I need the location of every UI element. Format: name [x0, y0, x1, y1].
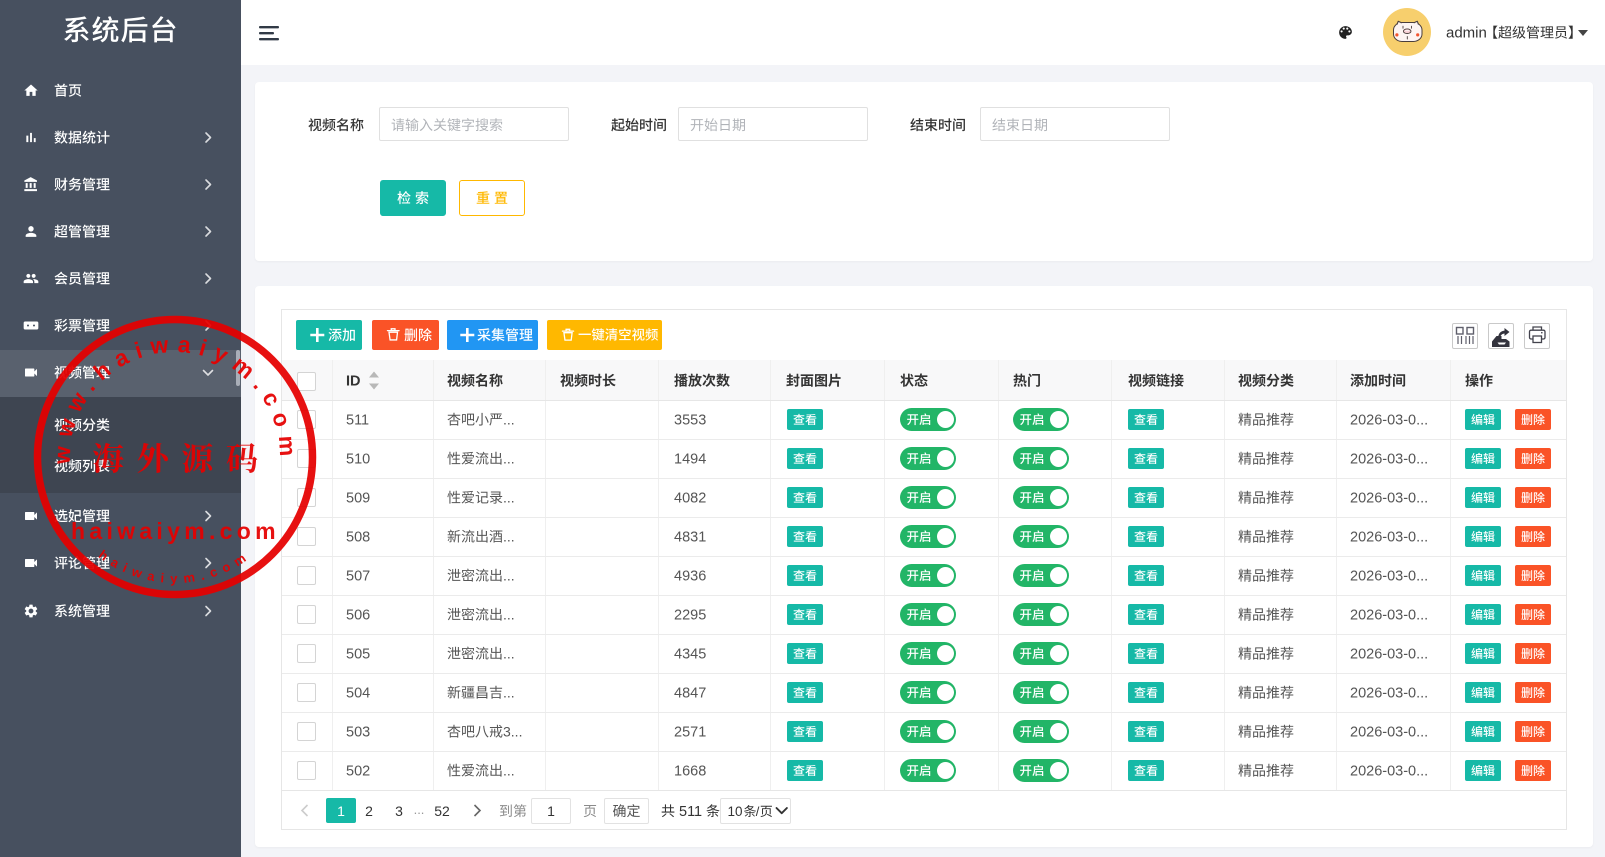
svg-text:3...: 3... [503, 724, 522, 740]
svg-text:1: 1 [547, 803, 555, 819]
svg-text:...: ... [503, 412, 515, 428]
svg-text:ID: ID [346, 374, 361, 390]
svg-text:506: 506 [346, 608, 370, 624]
svg-text:4831: 4831 [674, 530, 706, 546]
svg-text:...: ... [503, 646, 515, 662]
svg-text:503: 503 [346, 725, 370, 741]
svg-text:3: 3 [395, 803, 403, 819]
svg-text:haiwaiym.com: haiwaiym.com [71, 518, 280, 544]
svg-text:2: 2 [365, 803, 373, 819]
svg-text:...: ... [503, 607, 515, 623]
svg-text:507: 507 [346, 569, 370, 585]
svg-text:2026-03-0...: 2026-03-0... [1350, 413, 1428, 429]
svg-text:/: / [756, 804, 760, 819]
svg-text:2026-03-0...: 2026-03-0... [1350, 452, 1428, 468]
svg-text:1494: 1494 [674, 452, 706, 468]
svg-text:511: 511 [346, 413, 369, 429]
svg-text:2026-03-0...: 2026-03-0... [1350, 530, 1428, 546]
svg-text:10: 10 [728, 804, 743, 819]
svg-text:4082: 4082 [674, 491, 706, 507]
svg-text:4936: 4936 [674, 569, 706, 585]
svg-text:...: ... [503, 568, 515, 584]
svg-text:2295: 2295 [674, 608, 706, 624]
svg-text:4345: 4345 [674, 647, 706, 663]
svg-text:...: ... [414, 802, 425, 817]
svg-text:2026-03-0...: 2026-03-0... [1350, 725, 1428, 741]
svg-text:2571: 2571 [674, 725, 706, 741]
svg-text:1668: 1668 [674, 764, 706, 780]
svg-text:...: ... [503, 490, 515, 506]
svg-text:1: 1 [337, 803, 345, 819]
svg-text:509: 509 [346, 491, 370, 507]
svg-text:...: ... [503, 451, 515, 467]
svg-text:3553: 3553 [674, 413, 706, 429]
svg-text:52: 52 [434, 803, 450, 819]
svg-text:2026-03-0...: 2026-03-0... [1350, 647, 1428, 663]
svg-text:2026-03-0...: 2026-03-0... [1350, 608, 1428, 624]
svg-text:505: 505 [346, 647, 370, 663]
svg-text:2026-03-0...: 2026-03-0... [1350, 764, 1428, 780]
svg-text:...: ... [503, 763, 515, 779]
svg-text:2026-03-0...: 2026-03-0... [1350, 491, 1428, 507]
svg-text:2026-03-0...: 2026-03-0... [1350, 569, 1428, 585]
svg-text:508: 508 [346, 530, 370, 546]
svg-text:2026-03-0...: 2026-03-0... [1350, 686, 1428, 702]
svg-text:...: ... [503, 685, 515, 701]
svg-text:504: 504 [346, 686, 370, 702]
svg-text:502: 502 [346, 764, 370, 780]
svg-text:511: 511 [679, 804, 702, 820]
svg-text:4847: 4847 [674, 686, 706, 702]
svg-text:...: ... [503, 529, 515, 545]
svg-text:510: 510 [346, 452, 370, 468]
svg-text:admin: admin [1446, 25, 1487, 42]
